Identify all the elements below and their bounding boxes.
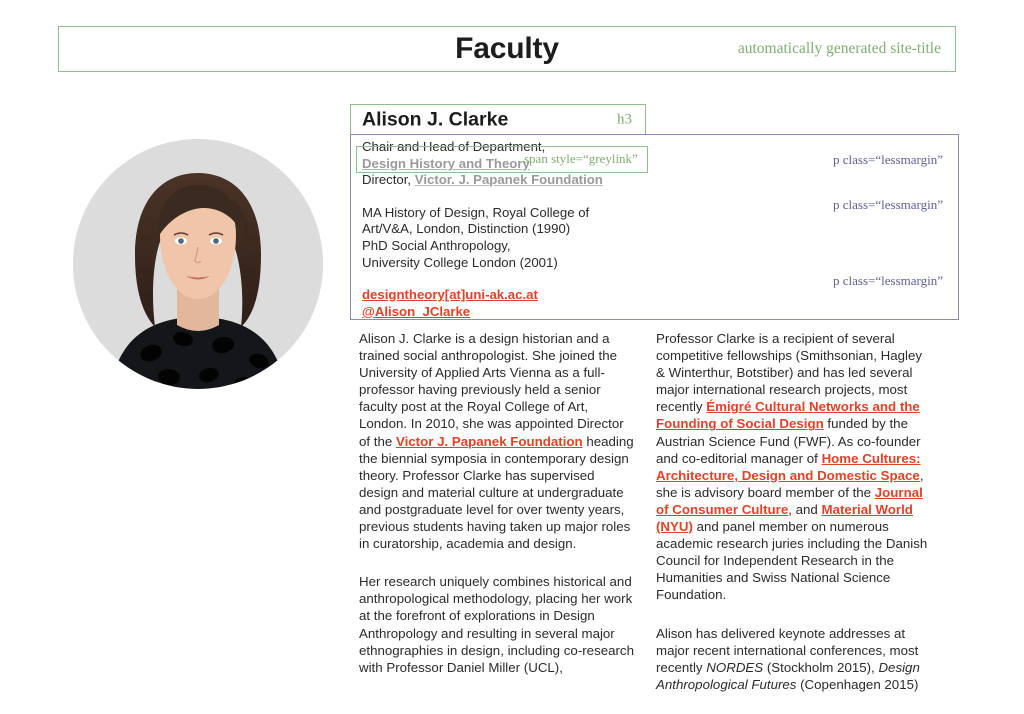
portrait-illustration <box>73 139 323 389</box>
profile-info-content: Chair and Head of Department, Design His… <box>362 139 662 334</box>
bio-p4-seg2: (Stockholm 2015), <box>763 659 879 675</box>
profile-contact-paragraph: designtheory[at]uni-ak.ac.at @Alison_JCl… <box>362 287 662 320</box>
bio-paragraph-3: Professor Clarke is a recipient of sever… <box>656 330 932 604</box>
education-line-1: MA History of Design, Royal College of <box>362 204 590 220</box>
link-victor-papanek-foundation[interactable]: Victor J. Papanek Foundation <box>396 434 583 449</box>
bio-column-right: Professor Clarke is a recipient of sever… <box>656 330 932 714</box>
role-line-2-prefix: Director, <box>362 172 415 188</box>
education-line-4: University College London (2001) <box>362 254 558 270</box>
portrait-photo <box>73 139 323 389</box>
bio-paragraph-1: Alison J. Clarke is a design historian a… <box>359 330 635 552</box>
bio-column-left: Alison J. Clarke is a design historian a… <box>359 330 635 697</box>
site-header-box: Faculty automatically generated site-tit… <box>58 26 956 72</box>
education-line-3: PhD Social Anthropology, <box>362 237 511 253</box>
h3-tag-annotation: h3 <box>617 111 632 127</box>
conference-nordes: NORDES <box>706 659 764 675</box>
bio-p4-seg3: (Copenhagen 2015) <box>796 676 919 692</box>
bio-p1-after-link: heading the biennial symposia in contemp… <box>359 433 634 552</box>
bio-paragraph-2: Her research uniquely combines historica… <box>359 574 634 675</box>
bio-p3-seg5: and panel member on numerous academic re… <box>656 519 928 603</box>
education-line-2: Art/V&A, London, Distinction (1990) <box>362 221 571 237</box>
p-class-annotation-3: p class=“lessmargin” <box>833 273 943 288</box>
profile-name: Alison J. Clarke <box>362 108 509 130</box>
email-link[interactable]: designtheory[at]uni-ak.ac.at <box>362 287 538 302</box>
bio-p1-before-link: Alison J. Clarke is a design historian a… <box>359 331 624 449</box>
greylink-annotation-label: span style=“greylink” <box>524 151 638 166</box>
bio-p3-seg4: , and <box>788 501 822 517</box>
twitter-handle-link[interactable]: @Alison_JClarke <box>362 304 470 319</box>
p-class-annotation-1: p class=“lessmargin” <box>833 152 943 167</box>
role-line-1: Chair and Head of Department, <box>362 139 546 154</box>
header-annotation-label: automatically generated site-title <box>737 40 941 57</box>
p-class-annotation-2: p class=“lessmargin” <box>833 197 943 212</box>
link-design-history-and-theory[interactable]: Design History and Theory <box>362 156 530 171</box>
bio-paragraph-4: Alison has delivered keynote addresses a… <box>656 625 932 693</box>
profile-education-paragraph: MA History of Design, Royal College of A… <box>362 205 662 271</box>
profile-name-box: Alison J. Clarke h3 <box>350 104 646 135</box>
link-papanek-foundation-grey[interactable]: Victor. J. Papanek Foundation <box>415 172 603 187</box>
